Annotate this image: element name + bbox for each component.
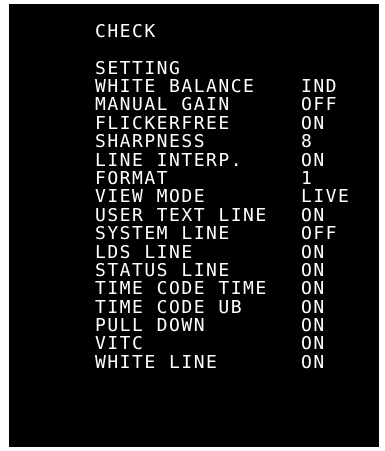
setting-value: ON bbox=[301, 315, 326, 337]
osd-menu-screen: CHECK SETTING WHITE BALANCE IND MANUAL G… bbox=[9, 4, 379, 447]
settings-list: WHITE BALANCE IND MANUAL GAIN OFF FLICKE… bbox=[95, 78, 360, 372]
setting-value: ON bbox=[301, 278, 326, 300]
setting-value: OFF bbox=[301, 223, 339, 245]
setting-label: PULL DOWN bbox=[95, 315, 207, 337]
setting-row-sharpness[interactable]: SHARPNESS 8 bbox=[95, 133, 360, 151]
setting-label: LDS LINE bbox=[95, 241, 194, 263]
setting-value: ON bbox=[301, 259, 326, 281]
setting-label: VIEW MODE bbox=[95, 186, 207, 208]
setting-value: ON bbox=[301, 204, 326, 226]
setting-row-white-line[interactable]: WHITE LINE ON bbox=[95, 351, 360, 373]
setting-row-system-line[interactable]: SYSTEM LINE OFF bbox=[95, 225, 360, 243]
setting-value: ON bbox=[301, 149, 326, 171]
setting-value: ON bbox=[301, 241, 326, 263]
setting-value: 8 bbox=[301, 131, 314, 153]
setting-label: WHITE LINE bbox=[95, 351, 219, 373]
setting-value: ON bbox=[301, 112, 326, 134]
setting-label: FORMAT bbox=[95, 167, 170, 189]
setting-value: ON bbox=[301, 296, 326, 318]
setting-value: IND bbox=[301, 76, 339, 97]
menu-title: CHECK bbox=[95, 21, 157, 42]
setting-label: TIME CODE TIME bbox=[95, 278, 268, 300]
setting-value: LIVE bbox=[301, 186, 351, 208]
setting-label: VITC bbox=[95, 333, 145, 355]
setting-label: USER TEXT LINE bbox=[95, 204, 268, 226]
setting-label: LINE INTERP. bbox=[95, 149, 244, 171]
setting-label: WHITE BALANCE bbox=[95, 76, 256, 97]
setting-label: STATUS LINE bbox=[95, 259, 231, 281]
setting-value: 1 bbox=[301, 167, 314, 189]
setting-label: SHARPNESS bbox=[95, 131, 207, 153]
setting-label: SYSTEM LINE bbox=[95, 223, 231, 245]
setting-label: FLICKERFREE bbox=[95, 112, 231, 134]
setting-value: OFF bbox=[301, 94, 339, 116]
setting-row-time-code-time[interactable]: TIME CODE TIME ON bbox=[95, 280, 360, 298]
setting-label: MANUAL GAIN bbox=[95, 94, 231, 116]
setting-value: ON bbox=[301, 351, 326, 373]
setting-row-view-mode[interactable]: VIEW MODE LIVE bbox=[95, 188, 360, 206]
setting-value: ON bbox=[301, 333, 326, 355]
setting-label: TIME CODE UB bbox=[95, 296, 244, 318]
